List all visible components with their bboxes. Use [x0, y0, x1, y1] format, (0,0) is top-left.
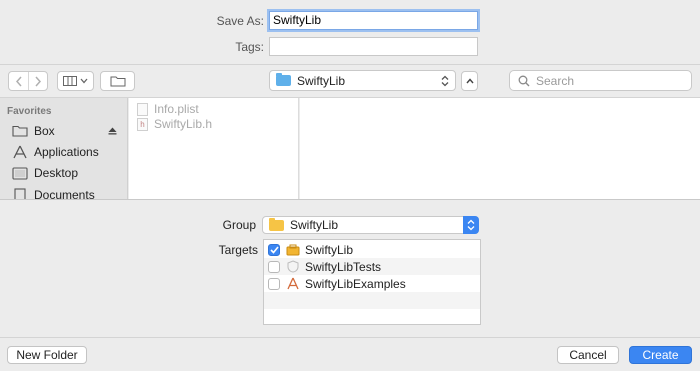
chevron-down-icon — [80, 78, 88, 84]
sidebar-item-label: Desktop — [34, 166, 79, 180]
search-placeholder: Search — [536, 73, 575, 88]
file-column: Info.plist h SwiftyLib.h — [129, 98, 299, 199]
search-icon — [518, 75, 530, 86]
folder-icon — [269, 217, 284, 231]
sidebar: Favorites Box Applications Desktop Docum… — [0, 98, 128, 199]
forward-button[interactable] — [28, 72, 47, 90]
targets-label: Targets — [218, 243, 258, 257]
target-name: SwiftyLib — [305, 242, 354, 257]
tags-field[interactable] — [269, 37, 478, 56]
new-folder-icon — [110, 76, 125, 87]
new-folder-button[interactable]: New Folder — [7, 346, 87, 364]
target-row-swiftylib[interactable]: SwiftyLib — [264, 241, 480, 258]
eject-icon[interactable] — [108, 127, 117, 135]
search-field[interactable]: Search — [509, 70, 692, 91]
chevron-left-icon — [15, 76, 22, 86]
sidebar-item-label: Documents — [34, 188, 95, 199]
chevron-up-icon — [465, 78, 474, 84]
folder-outline-icon — [12, 124, 28, 138]
back-button[interactable] — [9, 72, 28, 90]
checkmark-icon — [269, 245, 279, 254]
group-value: SwiftyLib — [290, 218, 339, 232]
target-name: SwiftyLibTests — [305, 259, 382, 274]
framework-icon — [286, 243, 300, 256]
location-label: SwiftyLib — [297, 73, 346, 88]
nav-back-forward — [8, 71, 48, 91]
updown-arrows-icon — [441, 75, 449, 87]
target-checkbox[interactable] — [268, 243, 280, 256]
app-target-icon — [286, 277, 300, 290]
file-name: SwiftyLib.h — [154, 117, 213, 131]
documents-icon — [12, 188, 28, 199]
sidebar-item-applications[interactable]: Applications — [12, 142, 99, 162]
location-popup[interactable]: SwiftyLib — [269, 70, 456, 91]
cancel-button[interactable]: Cancel — [557, 346, 619, 364]
save-as-field[interactable]: SwiftyLib — [269, 11, 478, 30]
create-button[interactable]: Create — [629, 346, 692, 364]
sidebar-item-desktop[interactable]: Desktop — [12, 163, 78, 183]
targets-list: SwiftyLib SwiftyLibTests SwiftyLibExampl… — [263, 239, 481, 325]
list-item-empty — [264, 292, 480, 309]
target-row-swiftylibtests[interactable]: SwiftyLibTests — [264, 258, 480, 275]
file-name: Info.plist — [154, 102, 199, 116]
footer-border — [0, 337, 700, 338]
group-popup[interactable]: SwiftyLib — [262, 216, 479, 234]
target-name: SwiftyLibExamples — [305, 276, 406, 291]
file-item-info-plist[interactable]: Info.plist — [137, 101, 199, 117]
file-item-swiftylib-h[interactable]: h SwiftyLib.h — [137, 116, 212, 132]
tags-label: Tags: — [235, 40, 264, 54]
updown-arrows-icon — [463, 216, 479, 234]
desktop-icon — [12, 166, 28, 180]
test-bundle-icon — [286, 260, 300, 273]
sidebar-item-box[interactable]: Box — [12, 121, 120, 141]
target-checkbox[interactable] — [268, 277, 280, 290]
applications-icon — [12, 145, 28, 159]
sidebar-heading: Favorites — [7, 106, 52, 117]
header-file-icon: h — [137, 117, 148, 131]
new-folder-toolbar-button[interactable] — [100, 71, 135, 91]
file-column-empty — [300, 98, 700, 199]
toolbar-top-border — [0, 64, 700, 65]
browser-bottom-border — [0, 199, 700, 200]
target-checkbox[interactable] — [268, 260, 280, 273]
sidebar-item-label: Applications — [34, 145, 99, 159]
sidebar-item-documents[interactable]: Documents — [12, 185, 95, 199]
sidebar-item-label: Box — [34, 124, 55, 138]
chevron-right-icon — [35, 76, 42, 86]
columns-view-icon — [63, 76, 77, 86]
group-label: Group — [222, 218, 256, 232]
plist-file-icon — [137, 102, 148, 116]
save-as-label: Save As: — [216, 14, 264, 28]
collapse-button[interactable] — [461, 71, 478, 91]
folder-icon — [276, 73, 291, 86]
target-row-swiftylibexamples[interactable]: SwiftyLibExamples — [264, 275, 480, 292]
list-item-empty — [264, 309, 480, 324]
view-mode-button[interactable] — [57, 71, 94, 91]
